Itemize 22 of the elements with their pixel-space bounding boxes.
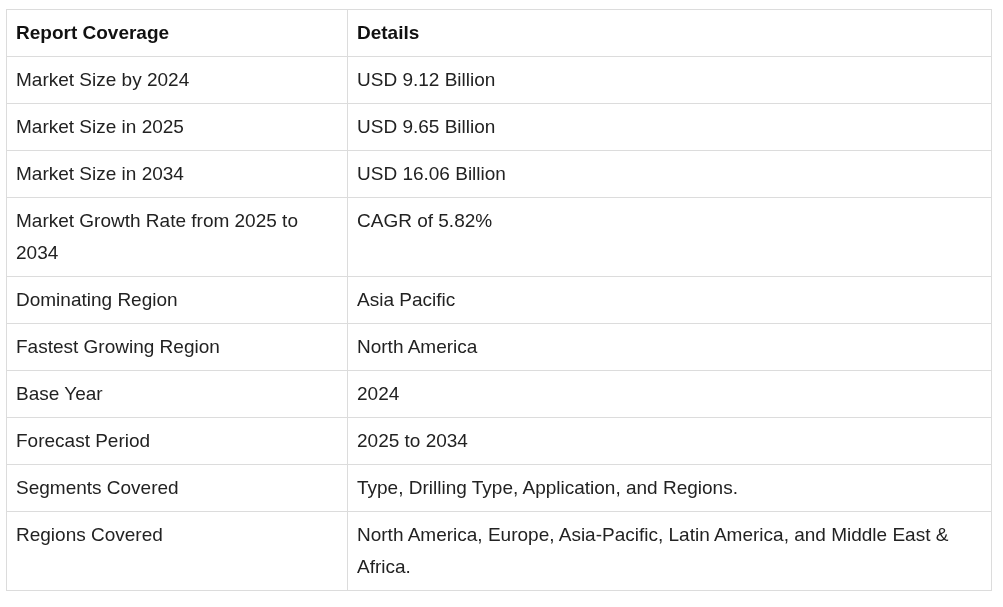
table-cell: 2024 xyxy=(347,370,992,418)
table-cell: Base Year xyxy=(6,370,348,418)
table-cell: Regions Covered xyxy=(6,511,348,591)
table-cell: Asia Pacific xyxy=(347,276,992,324)
table-cell: USD 9.65 Billion xyxy=(347,103,992,151)
table-cell: 2025 to 2034 xyxy=(347,417,992,465)
table-cell: Fastest Growing Region xyxy=(6,323,348,371)
table-cell: Market Size in 2025 xyxy=(6,103,348,151)
table-cell: Forecast Period xyxy=(6,417,348,465)
column-header: Details xyxy=(347,9,992,57)
table-cell: USD 9.12 Billion xyxy=(347,56,992,104)
table-cell: Market Growth Rate from 2025 to 2034 xyxy=(6,197,348,277)
table-cell: Market Size by 2024 xyxy=(6,56,348,104)
table-cell: North America, Europe, Asia-Pacific, Latin America, and Middle East & Africa. xyxy=(347,511,992,591)
table-cell: Type, Drilling Type, Application, and Regions. xyxy=(347,464,992,512)
column-header: Report Coverage xyxy=(6,9,348,57)
table-cell: Dominating Region xyxy=(6,276,348,324)
table-cell: Segments Covered xyxy=(6,464,348,512)
table-cell: USD 16.06 Billion xyxy=(347,150,992,198)
table-cell: CAGR of 5.82% xyxy=(347,197,992,277)
table-cell: Market Size in 2034 xyxy=(6,150,348,198)
table-cell: North America xyxy=(347,323,992,371)
